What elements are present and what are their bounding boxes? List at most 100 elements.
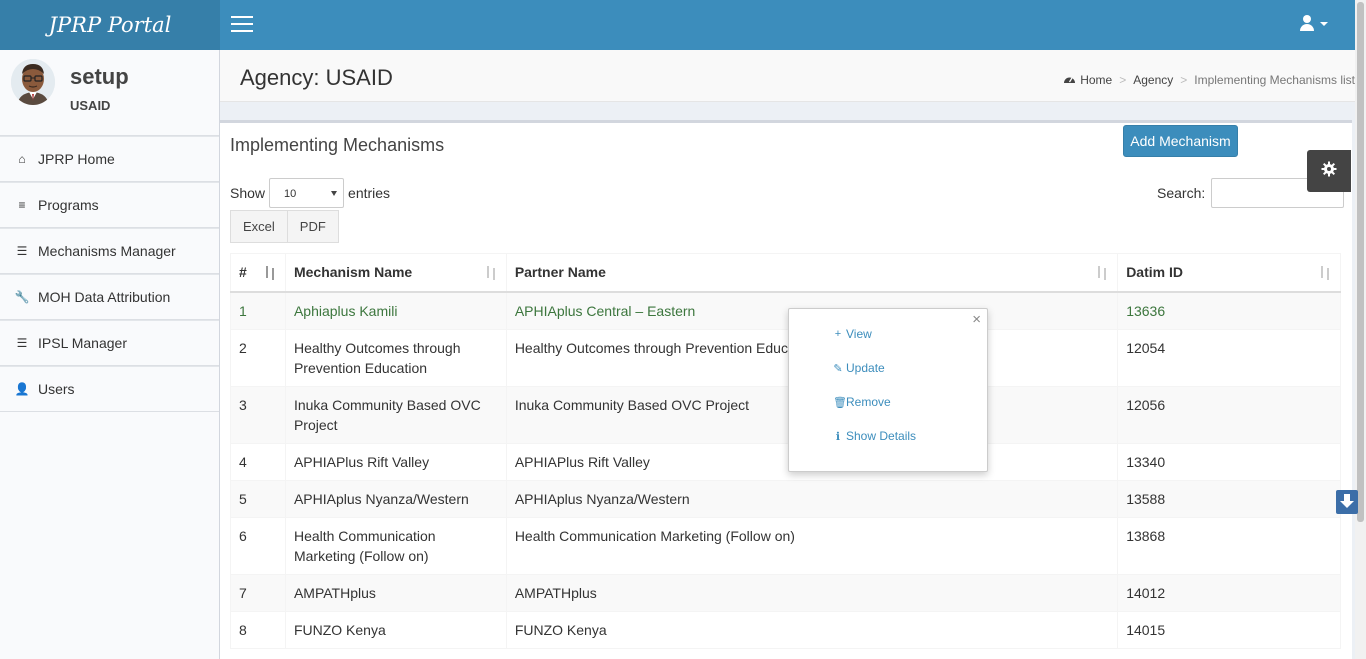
pdf-button[interactable]: PDF bbox=[287, 210, 339, 243]
sort-icon bbox=[486, 266, 498, 280]
edit-icon: ✎ bbox=[833, 362, 843, 375]
column-header-number[interactable]: # bbox=[230, 253, 286, 293]
add-mechanism-button[interactable]: Add Mechanism bbox=[1123, 125, 1238, 157]
cell-datim: 13868 bbox=[1117, 516, 1341, 575]
length-control: Show 10 entries bbox=[230, 178, 390, 208]
cell-mechanism: AMPATHplus bbox=[284, 573, 507, 612]
top-navbar: JPRP Portal bbox=[0, 0, 1366, 50]
breadcrumb: Home > Agency > Implementing Mechanisms … bbox=[1063, 73, 1355, 87]
user-panel: setup USAID bbox=[0, 50, 219, 136]
excel-button[interactable]: Excel bbox=[230, 210, 288, 243]
sidebar-item-jprp-home[interactable]: ⌂ JPRP Home bbox=[0, 136, 219, 182]
page-length-select[interactable]: 10 bbox=[269, 178, 345, 208]
cell-datim: 12056 bbox=[1117, 385, 1341, 444]
cell-number: 6 bbox=[230, 516, 286, 575]
breadcrumb-separator: > bbox=[1119, 73, 1127, 87]
breadcrumb-home-link[interactable]: Home bbox=[1080, 73, 1112, 87]
cell-number: 1 bbox=[230, 291, 286, 330]
sidebar-item-ipsl-manager[interactable]: ☰ IPSL Manager bbox=[0, 320, 219, 366]
table-row[interactable]: 8 FUNZO Kenya FUNZO Kenya 14015 bbox=[230, 610, 1341, 649]
cell-mechanism: APHIAplus Nyanza/Western bbox=[284, 479, 507, 518]
page-scrollbar[interactable] bbox=[1355, 0, 1366, 659]
entries-label: entries bbox=[348, 185, 391, 201]
sidebar-toggle-button[interactable] bbox=[231, 16, 253, 34]
cell-partner: APHIAplus Nyanza/Western bbox=[505, 479, 1119, 518]
cell-datim: 12054 bbox=[1117, 328, 1341, 387]
gear-icon bbox=[1321, 161, 1337, 182]
info-icon: ℹ bbox=[835, 430, 841, 443]
remove-action[interactable]: 🗑 Remove bbox=[833, 395, 891, 409]
action-label: Show Details bbox=[846, 429, 917, 443]
user-icon: 👤 bbox=[14, 382, 30, 396]
column-label: Partner Name bbox=[514, 264, 606, 281]
cell-datim: 14015 bbox=[1117, 610, 1341, 649]
user-name: setup bbox=[70, 64, 129, 89]
column-header-partner-name[interactable]: Partner Name bbox=[505, 253, 1119, 293]
cell-number: 4 bbox=[230, 442, 286, 481]
avatar bbox=[11, 59, 55, 105]
sidebar-menu: ⌂ JPRP Home ≡ Programs ☰ Mechanisms Mana… bbox=[0, 136, 219, 412]
sidebar-item-label: JPRP Home bbox=[38, 151, 115, 167]
home-icon: ⌂ bbox=[18, 152, 26, 166]
table-row[interactable]: 5 APHIAplus Nyanza/Western APHIAplus Nya… bbox=[230, 479, 1341, 518]
table-row[interactable]: 3 Inuka Community Based OVC Project Inuk… bbox=[230, 385, 1341, 444]
sidebar-item-label: MOH Data Attribution bbox=[38, 289, 171, 305]
table-row[interactable]: 1 Aphiaplus Kamili APHIAplus Central – E… bbox=[230, 291, 1341, 330]
cell-number: 3 bbox=[230, 385, 286, 444]
cell-mechanism: Aphiaplus Kamili bbox=[284, 291, 507, 330]
column-header-datim-id[interactable]: Datim ID bbox=[1117, 253, 1341, 293]
trash-icon: 🗑 bbox=[833, 396, 847, 409]
cell-datim: 13340 bbox=[1117, 442, 1341, 481]
cell-mechanism: APHIAPlus Rift Valley bbox=[284, 442, 507, 481]
close-icon[interactable]: × bbox=[972, 311, 981, 328]
table-row[interactable]: 2 Healthy Outcomes through Prevention Ed… bbox=[230, 328, 1341, 387]
sidebar-item-users[interactable]: 👤 Users bbox=[0, 366, 219, 412]
column-label: # bbox=[239, 264, 247, 281]
dashboard-icon bbox=[1063, 73, 1076, 87]
cell-mechanism: Inuka Community Based OVC Project bbox=[284, 385, 507, 444]
cell-number: 5 bbox=[230, 479, 286, 518]
sort-asc-icon bbox=[265, 266, 277, 280]
sidebar-item-label: Users bbox=[38, 381, 75, 397]
user-menu-button[interactable] bbox=[1300, 15, 1328, 31]
sidebar-item-moh-data-attribution[interactable]: 🔧 MOH Data Attribution bbox=[0, 274, 219, 320]
list-icon: ≡ bbox=[18, 198, 26, 212]
breadcrumb-agency-link[interactable]: Agency bbox=[1133, 73, 1173, 87]
cell-partner: Health Communication Marketing (Follow o… bbox=[505, 516, 1119, 575]
user-icon bbox=[1300, 15, 1314, 31]
cell-number: 2 bbox=[230, 328, 286, 387]
view-action[interactable]: + View bbox=[833, 327, 872, 341]
sidebar-item-mechanisms-manager[interactable]: ☰ Mechanisms Manager bbox=[0, 228, 219, 274]
box-title: Implementing Mechanisms bbox=[230, 135, 445, 155]
action-label: View bbox=[846, 327, 872, 341]
sidebar-item-label: Programs bbox=[38, 197, 99, 213]
column-label: Mechanism Name bbox=[293, 264, 413, 281]
table-row[interactable]: 4 APHIAPlus Rift Valley APHIAPlus Rift V… bbox=[230, 442, 1341, 481]
table-header-row: # Mechanism Name Partner Name Datim ID bbox=[230, 253, 1341, 293]
column-header-mechanism-name[interactable]: Mechanism Name bbox=[284, 253, 507, 293]
update-action[interactable]: ✎ Update bbox=[833, 361, 884, 375]
sidebar-item-programs[interactable]: ≡ Programs bbox=[0, 182, 219, 228]
column-label: Datim ID bbox=[1126, 264, 1183, 281]
mechanisms-table: # Mechanism Name Partner Name Datim ID 1… bbox=[230, 253, 1341, 649]
show-details-action[interactable]: ℹ Show Details bbox=[833, 429, 916, 443]
breadcrumb-separator: > bbox=[1180, 73, 1188, 87]
search-label: Search: bbox=[1157, 185, 1206, 201]
scroll-down-icon[interactable] bbox=[1336, 490, 1358, 514]
sort-icon bbox=[1320, 266, 1332, 280]
settings-toggle-button[interactable] bbox=[1307, 150, 1351, 192]
cell-datim: 13588 bbox=[1117, 479, 1341, 518]
sidebar-item-label: IPSL Manager bbox=[38, 335, 127, 351]
content-header: Agency: USAID Home > Agency > Implementi… bbox=[220, 50, 1355, 102]
sidebar: setup USAID ⌂ JPRP Home ≡ Programs ☰ Mec… bbox=[0, 50, 220, 659]
plus-icon: + bbox=[834, 328, 842, 340]
table-row[interactable]: 6 Health Communication Marketing (Follow… bbox=[230, 516, 1341, 575]
cell-mechanism: Healthy Outcomes through Prevention Educ… bbox=[284, 328, 507, 387]
caret-down-icon bbox=[1320, 22, 1328, 26]
row-actions-popover: × + View ✎ Update 🗑 Remove ℹ Show Detail… bbox=[788, 308, 988, 472]
app-logo[interactable]: JPRP Portal bbox=[0, 0, 220, 50]
breadcrumb-current: Implementing Mechanisms list bbox=[1194, 73, 1355, 87]
cell-partner: FUNZO Kenya bbox=[505, 610, 1119, 649]
table-row[interactable]: 7 AMPATHplus AMPATHplus 14012 bbox=[230, 573, 1341, 612]
scrollbar-thumb[interactable] bbox=[1357, 2, 1364, 522]
